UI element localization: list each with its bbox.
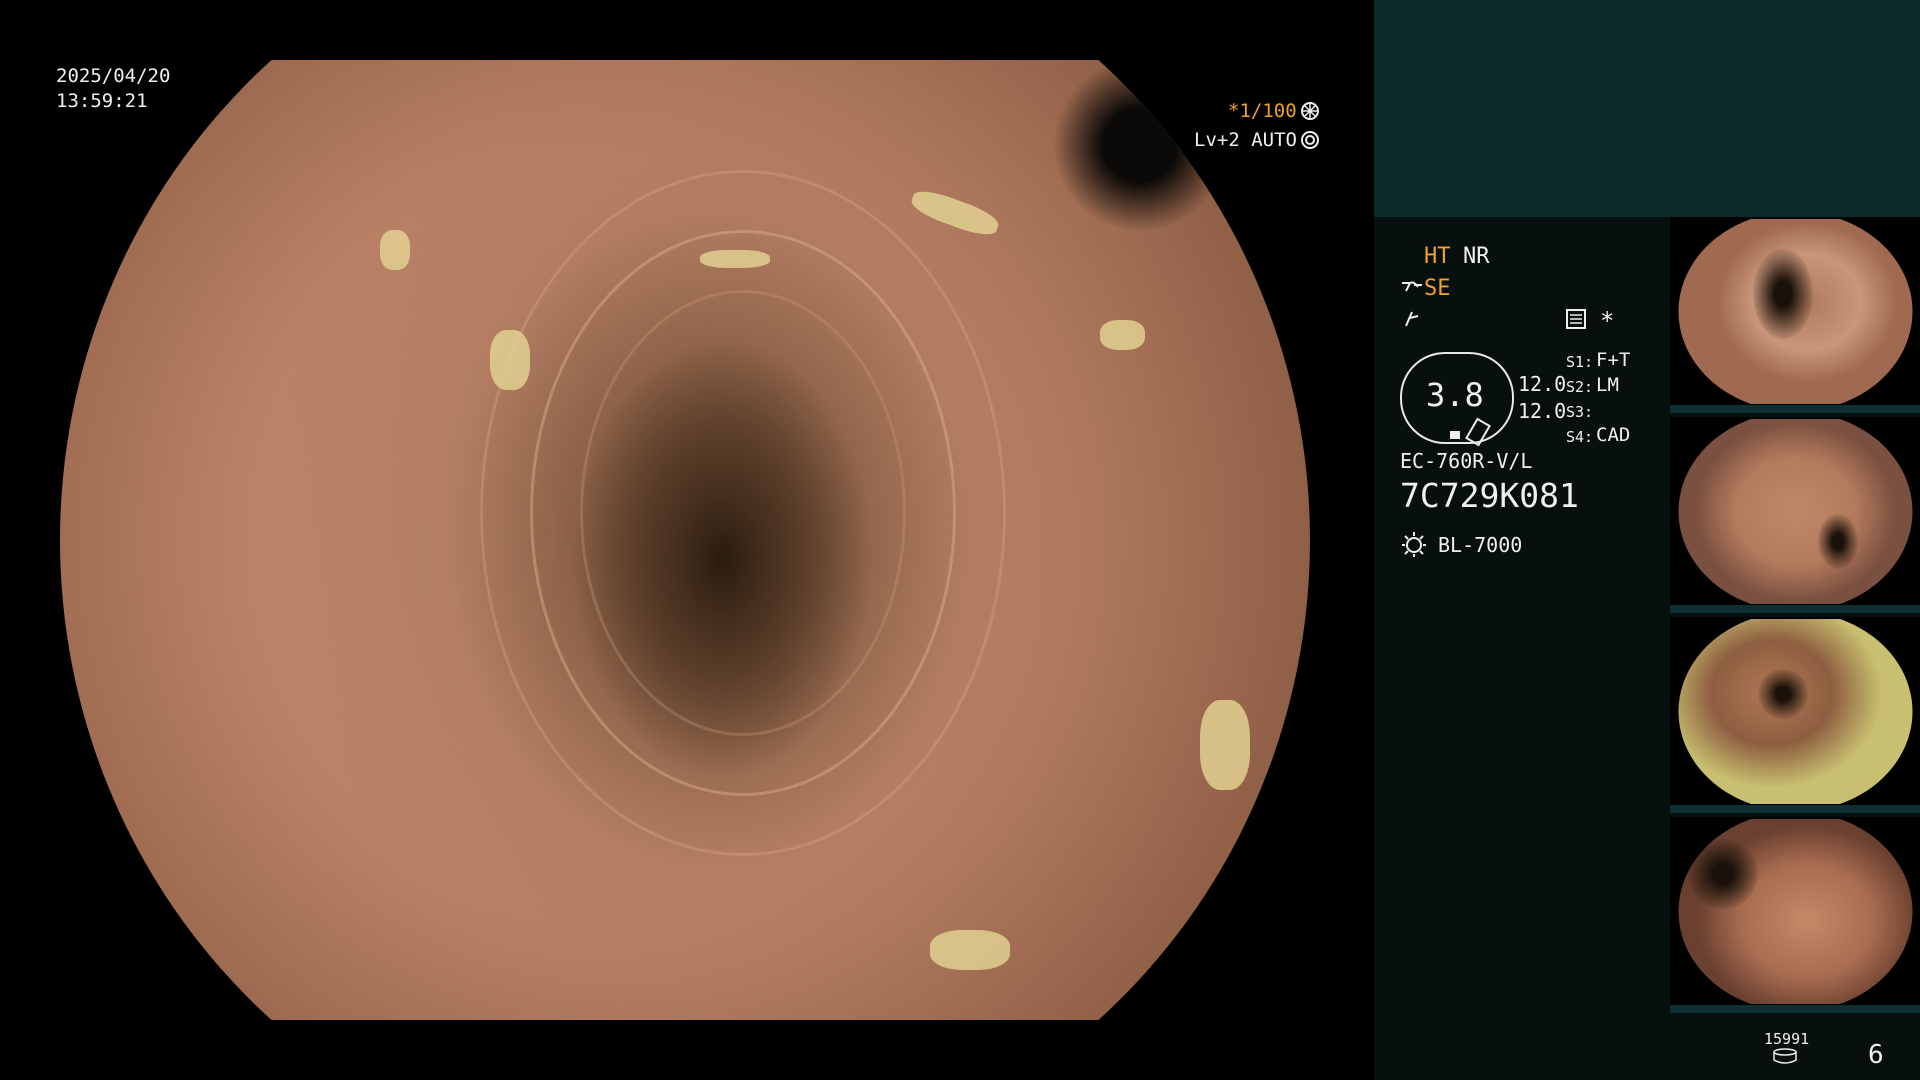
- ht-label: HT: [1424, 244, 1451, 269]
- s2-label: S2:: [1566, 378, 1594, 396]
- page-number: 6: [1868, 1040, 1884, 1070]
- thumbnail-bar: [1670, 1005, 1920, 1013]
- scope-serial: 7C729K081: [1400, 476, 1579, 515]
- s2-value: LM: [1596, 374, 1619, 396]
- lumen: [1688, 839, 1758, 909]
- thumbnail-1[interactable]: [1670, 217, 1920, 413]
- s4-label: S4:: [1566, 428, 1594, 446]
- zoom-value: 3.8: [1426, 376, 1484, 414]
- storage-icon: [1773, 1048, 1797, 1064]
- lumen: [1758, 669, 1808, 719]
- thumbnail-strip[interactable]: [1670, 217, 1920, 1017]
- endoscope-view: [60, 60, 1310, 1020]
- thumbnail-image: [1678, 819, 1913, 1004]
- top-info-panel: [1374, 0, 1920, 217]
- s4-value: CAD: [1596, 424, 1631, 446]
- thumbnail-2[interactable]: [1670, 417, 1920, 613]
- debris: [1100, 320, 1145, 350]
- menu-icon: [1566, 309, 1586, 329]
- debris: [490, 330, 530, 390]
- debris: [908, 185, 1002, 241]
- nr-label: NR: [1463, 244, 1490, 269]
- shutter-speed-label: *1/100: [1228, 100, 1297, 122]
- light-source-label: BL-7000: [1438, 533, 1523, 557]
- counter-label: 15991: [1764, 1030, 1810, 1048]
- thumbnail-image: [1678, 219, 1913, 404]
- asterisk-label: *: [1600, 307, 1615, 335]
- debris: [700, 250, 770, 268]
- thumbnail-image: [1678, 619, 1913, 804]
- level-mode-label: Lv+2 AUTO: [1194, 129, 1297, 151]
- light-source-icon: [1402, 532, 1426, 557]
- debris: [1200, 700, 1250, 790]
- s1-value: F+T: [1596, 349, 1631, 371]
- lumen: [1818, 514, 1858, 569]
- mucosal-fold: [580, 290, 906, 736]
- endoscope-image: [60, 60, 1310, 1020]
- thumbnail-bar: [1670, 805, 1920, 813]
- lightning-icon: [1405, 311, 1419, 327]
- value-top: 12.0: [1518, 372, 1567, 396]
- date-label: 2025/04/20: [56, 65, 171, 87]
- time-label: 13:59:21: [56, 90, 148, 112]
- thumbnail-image: [1678, 419, 1913, 604]
- thumbnail-3[interactable]: [1670, 617, 1920, 813]
- shutter-icon: [1301, 102, 1319, 120]
- debris: [380, 230, 410, 270]
- s1-label: S1:: [1566, 353, 1594, 371]
- se-label: SE: [1424, 276, 1451, 301]
- iris-icon: [1301, 131, 1319, 149]
- scope-model: EC-760R-V/L: [1400, 449, 1533, 473]
- s3-label: S3:: [1566, 403, 1594, 421]
- dial-marker: [1450, 431, 1460, 439]
- thumbnail-4[interactable]: [1670, 817, 1920, 1013]
- value-bottom: 12.0: [1518, 399, 1567, 423]
- thumbnail-bar: [1670, 605, 1920, 613]
- thumbnail-bar: [1670, 405, 1920, 413]
- debris: [930, 930, 1010, 970]
- se-icon: [1402, 281, 1422, 292]
- lumen: [1753, 249, 1813, 339]
